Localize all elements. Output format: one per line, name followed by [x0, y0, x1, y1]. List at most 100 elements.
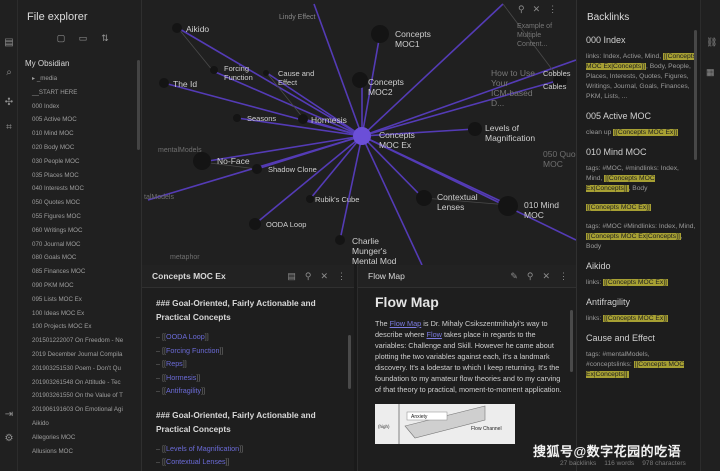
reading-view-icon[interactable]: ▤	[287, 271, 296, 282]
graph-canvas[interactable]: Lindy Effect Example of Multiple Content…	[142, 0, 576, 265]
file-item[interactable]: 201903261548 On Attitude - Tec	[18, 376, 141, 390]
svg-text:Contextual: Contextual	[437, 192, 478, 202]
file-item[interactable]: 2019 December Journal Compila	[18, 348, 141, 362]
new-folder-icon[interactable]: ▭	[78, 33, 88, 43]
file-item[interactable]: __START HERE	[18, 86, 141, 100]
file-item[interactable]: 070 Journal MOC	[18, 238, 141, 252]
backlink-context[interactable]: links: [[Concepts MOC Ex]]	[586, 314, 696, 324]
concepts-pane-body[interactable]: ### Goal-Oriented, Fairly Actionable and…	[142, 288, 354, 469]
close-icon[interactable]: ✕	[320, 271, 328, 282]
more-options-icon[interactable]: ⋮	[548, 4, 557, 15]
backlink-context[interactable]: tags: #mentalModels, #conceptslinks: [[C…	[586, 350, 696, 380]
wiki-link[interactable]: – [[Forcing Function]]	[156, 344, 344, 358]
explorer-scrollbar[interactable]	[137, 60, 140, 150]
backlink-context[interactable]: [[Concepts MOC Ex]]	[586, 203, 696, 213]
backlink-note-title[interactable]: Cause and Effect	[586, 333, 696, 343]
files-icon[interactable]: ▤	[3, 37, 15, 49]
svg-text:050 Quo: 050 Quo	[543, 149, 576, 159]
file-item[interactable]: 090 PKM MOC	[18, 279, 141, 293]
svg-text:Shadow Clone: Shadow Clone	[268, 165, 317, 174]
concepts-pane-title[interactable]: Concepts MOC Ex	[152, 271, 226, 281]
close-icon[interactable]: ✕	[542, 271, 550, 282]
note-paragraph: The Flow Map is Dr. Mihaly Csikszentmiha…	[375, 319, 562, 394]
sort-icon[interactable]: ⇅	[100, 33, 110, 43]
flow-pane-scrollbar[interactable]	[570, 310, 573, 372]
wiki-link[interactable]: – [[Antifragility]]	[156, 384, 344, 398]
file-item[interactable]: 201906191603 On Emotional Agi	[18, 403, 141, 417]
wiki-link[interactable]: – [[Reps]]	[156, 357, 344, 371]
svg-text:Mental Mod: Mental Mod	[352, 256, 397, 265]
svg-text:Effect: Effect	[278, 78, 298, 87]
file-list: ▸ _media __START HERE 000 Index 005 Active …	[18, 72, 141, 459]
file-item[interactable]: Allusions MOC	[18, 445, 141, 459]
backlink-context[interactable]: tags: #MOC #Mindlinks: Index, Mind, [[Co…	[586, 222, 696, 252]
vault-icon[interactable]: ⇥	[3, 409, 15, 421]
section-heading-2: ### Goal-Oriented, Fairly Actionable and…	[156, 409, 316, 434]
file-item[interactable]: 100 Projects MOC Ex	[18, 320, 141, 334]
edit-icon[interactable]: ✎	[510, 271, 518, 282]
close-icon[interactable]: ✕	[533, 4, 541, 15]
svg-text:metaphor: metaphor	[170, 254, 200, 261]
vault-name[interactable]: My Obsidian	[25, 59, 69, 68]
wiki-link[interactable]: – [[Hormesis]]	[156, 371, 344, 385]
backlink-note-title[interactable]: 000 Index	[586, 35, 696, 45]
file-item[interactable]: 010 Mind MOC	[18, 127, 141, 141]
more-options-icon[interactable]: ⋮	[559, 271, 568, 282]
file-item[interactable]: 000 Index	[18, 100, 141, 114]
file-item[interactable]: 080 Goals MOC	[18, 251, 141, 265]
file-item[interactable]: 040 Interests MOC	[18, 182, 141, 196]
wiki-link[interactable]: – [[Contextual Lenses]]	[156, 455, 344, 469]
backlink-context[interactable]: links: [[Concepts MOC Ex]]	[586, 278, 696, 288]
figure-label-high: (high)	[378, 424, 390, 429]
link-icon[interactable]: ⛓	[706, 37, 717, 48]
file-item[interactable]: 100 Ideas MOC Ex	[18, 307, 141, 321]
flow-pane-title[interactable]: Flow Map	[368, 271, 405, 281]
file-item[interactable]: 095 Lists MOC Ex	[18, 293, 141, 307]
svg-text:How to Use: How to Use	[491, 68, 535, 78]
file-item[interactable]: 005 Active MOC	[18, 113, 141, 127]
file-item[interactable]: 201903261550 On the Value of T	[18, 389, 141, 403]
flow-map-link[interactable]: Flow Map	[390, 319, 422, 328]
backlink-context[interactable]: clean up [[Concepts MOC Ex]]	[586, 128, 696, 138]
new-note-icon[interactable]: ▢	[56, 33, 66, 43]
svg-text:Concepts: Concepts	[368, 77, 404, 87]
file-item[interactable]: ▸ _media	[18, 72, 141, 86]
file-item[interactable]: 050 Quotes MOC	[18, 196, 141, 210]
file-item[interactable]: 060 Writings MOC	[18, 224, 141, 238]
flow-link[interactable]: Flow	[427, 330, 442, 339]
file-item[interactable]: 020 Body MOC	[18, 141, 141, 155]
tags-icon[interactable]: ⌗	[3, 122, 15, 134]
wiki-link[interactable]: – [[OODA Loop]]	[156, 330, 344, 344]
pin-icon[interactable]: ⚲	[305, 271, 312, 282]
concepts-pane-scrollbar[interactable]	[348, 335, 351, 389]
backlink-note-title[interactable]: Aikido	[586, 261, 696, 271]
file-item[interactable]: 055 Figures MOC	[18, 210, 141, 224]
pin-icon[interactable]: ⚲	[518, 4, 525, 15]
file-item[interactable]: 035 Places MOC	[18, 169, 141, 183]
file-item[interactable]: 201501222007 On Freedom - Ne	[18, 334, 141, 348]
file-item[interactable]: Allegories MOC	[18, 431, 141, 445]
wiki-link[interactable]: – [[Levels of Magnification]]	[156, 442, 344, 456]
backlink-note-title[interactable]: Antifragility	[586, 297, 696, 307]
backlink-note-title[interactable]: 010 Mind MOC	[586, 147, 696, 157]
word-count: 116 words	[604, 460, 635, 467]
backlink-context[interactable]: tags: #MOC, #mindlinks: Index, Mind, [[C…	[586, 164, 696, 194]
file-item[interactable]: 085 Finances MOC	[18, 265, 141, 279]
backlink-note-title[interactable]: 005 Active MOC	[586, 111, 696, 121]
file-item[interactable]: Aikido	[18, 417, 141, 431]
settings-icon[interactable]: ⚙	[3, 433, 15, 445]
backlink-highlight: [[Concepts MOC Ex]]	[603, 315, 668, 322]
svg-text:Cables: Cables	[543, 82, 567, 91]
more-options-icon[interactable]: ⋮	[337, 271, 346, 282]
file-item[interactable]: 201903251530 Poem - Don't Qu	[18, 362, 141, 376]
backlinks-scrollbar[interactable]	[694, 30, 697, 160]
graph-icon[interactable]: ✣	[3, 97, 15, 109]
search-icon[interactable]: ⌕	[3, 67, 15, 79]
flow-pane-body[interactable]: Flow Map The Flow Map is Dr. Mihaly Csik…	[358, 288, 576, 444]
outgoing-links-icon[interactable]: ▦	[706, 67, 715, 78]
svg-text:Function: Function	[224, 73, 253, 82]
graph-view[interactable]: Lindy Effect Example of Multiple Content…	[142, 0, 576, 265]
backlink-context[interactable]: links: Index, Active, Mind, [[Concepts M…	[586, 52, 696, 102]
file-item[interactable]: 030 People MOC	[18, 155, 141, 169]
pin-icon[interactable]: ⚲	[527, 271, 534, 282]
